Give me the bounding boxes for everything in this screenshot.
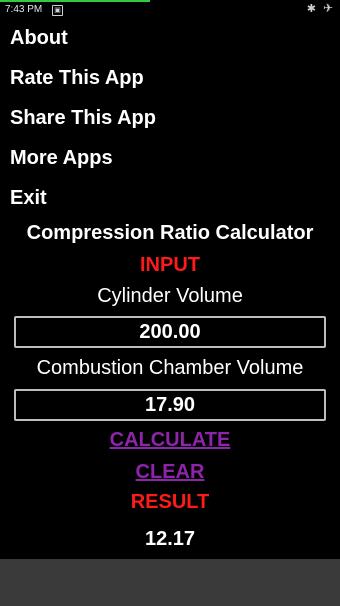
combustion-chamber-volume-input[interactable] [16,391,324,419]
result-section-header: RESULT [130,491,210,513]
cylinder-volume-field-box [14,316,326,348]
page-load-progress-bar [0,0,150,2]
calculator-title: Compression Ratio Calculator [26,222,314,244]
app-screen: 7:43 PM ▣ ✱ ✈ About Rate This App Share … [0,0,340,606]
menu-item-rate-this-app[interactable]: Rate This App [10,63,144,93]
menu-item-exit[interactable]: Exit [10,183,47,213]
input-section-header: INPUT [140,254,200,276]
navigation-bar [0,559,340,606]
combustion-chamber-field-box [14,389,326,421]
calculate-button[interactable]: CALCULATE [0,426,340,454]
menu-item-more-apps[interactable]: More Apps [10,143,113,173]
status-time: 7:43 PM [5,4,43,15]
status-bar: 7:43 PM ▣ ✱ ✈ [0,0,340,20]
cylinder-volume-input[interactable] [16,318,324,346]
menu-item-about[interactable]: About [10,23,68,53]
menu-item-share-this-app[interactable]: Share This App [10,103,156,133]
cylinder-volume-label: Cylinder Volume [97,285,243,307]
result-value: 12.17 [144,528,196,550]
combustion-chamber-volume-label: Combustion Chamber Volume [36,357,304,379]
image-notification-icon: ▣ [52,5,63,16]
airplane-mode-icon: ✈ [322,1,333,15]
clear-button[interactable]: CLEAR [0,458,340,486]
bluetooth-icon: ✱ [306,3,316,15]
